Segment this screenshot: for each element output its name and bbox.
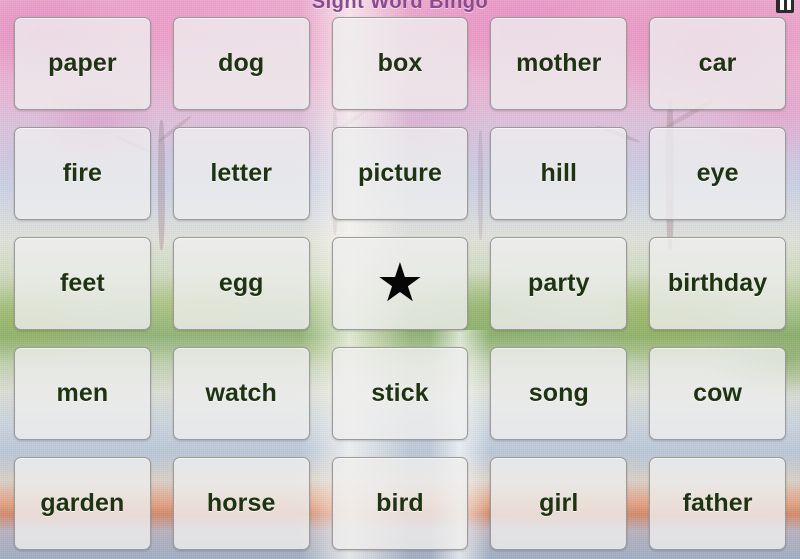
bingo-tile-label: birthday <box>667 269 768 297</box>
bingo-tile-label: father <box>682 489 753 517</box>
bingo-tile-label: dog <box>218 49 265 77</box>
bingo-tile[interactable]: watch <box>172 347 310 440</box>
bingo-tile-label: feet <box>59 269 105 297</box>
pause-icon-bar-left <box>779 0 784 10</box>
bingo-tile[interactable]: men <box>14 347 151 440</box>
bingo-tile-label: stick <box>371 379 429 407</box>
bingo-tile[interactable]: hill <box>490 127 628 220</box>
bingo-tile-label: watch <box>205 379 277 407</box>
bingo-tile-free-space[interactable]: ★ <box>331 237 469 330</box>
bingo-tile-label: letter <box>210 159 273 187</box>
bingo-tile[interactable]: dog <box>172 17 310 110</box>
bingo-tile[interactable]: girl <box>490 457 628 550</box>
bingo-tile-label: party <box>527 269 590 297</box>
bingo-tile-label: cow <box>693 379 743 407</box>
bingo-tile-label: bird <box>376 489 424 517</box>
bingo-tile-label: eye <box>696 159 739 187</box>
bingo-tile[interactable]: mother <box>490 17 628 110</box>
bingo-tile-label: men <box>56 379 109 407</box>
bingo-tile-label: girl <box>539 489 579 517</box>
bingo-tile[interactable]: fire <box>14 127 151 220</box>
bingo-tile[interactable]: letter <box>172 127 310 220</box>
bingo-tile-label: picture <box>357 159 443 187</box>
bingo-grid: paper dog box mother car fire letter picture hil… <box>14 17 786 550</box>
bingo-tile[interactable]: feet <box>14 237 151 330</box>
bingo-tile[interactable]: horse <box>172 457 310 550</box>
bingo-tile[interactable]: box <box>331 17 469 110</box>
free-space-star: ★ <box>375 252 425 313</box>
pause-icon-bar-right <box>786 0 791 10</box>
bingo-tile[interactable]: picture <box>331 127 469 220</box>
bingo-tile-label: fire <box>62 159 103 187</box>
bingo-tile[interactable]: garden <box>14 457 151 550</box>
bingo-tile-label: garden <box>40 489 125 517</box>
bingo-tile[interactable]: father <box>649 457 786 550</box>
bingo-tile-label: car <box>698 49 737 77</box>
bingo-tile[interactable]: cow <box>649 347 786 440</box>
bingo-tile-label: paper <box>48 49 117 77</box>
bingo-tile-label: song <box>528 379 589 407</box>
bingo-tile-label: hill <box>540 159 578 187</box>
bingo-tile-label: horse <box>206 489 276 517</box>
bingo-tile[interactable]: party <box>490 237 628 330</box>
bingo-app: Sight Word Bingo paper dog box mother car fir… <box>0 0 800 559</box>
bingo-tile[interactable]: song <box>490 347 628 440</box>
bingo-tile[interactable]: paper <box>14 17 151 110</box>
bingo-tile[interactable]: egg <box>172 237 310 330</box>
bingo-tile[interactable]: eye <box>649 127 786 220</box>
bingo-tile[interactable]: car <box>649 17 786 110</box>
bingo-tile[interactable]: bird <box>331 457 469 550</box>
bingo-tile[interactable]: birthday <box>649 237 786 330</box>
pause-button[interactable] <box>776 0 794 13</box>
bingo-tile-label: box <box>377 49 423 77</box>
bingo-tile-label: egg <box>218 269 264 297</box>
bingo-tile-label: mother <box>516 49 602 77</box>
bingo-tile[interactable]: stick <box>331 347 469 440</box>
